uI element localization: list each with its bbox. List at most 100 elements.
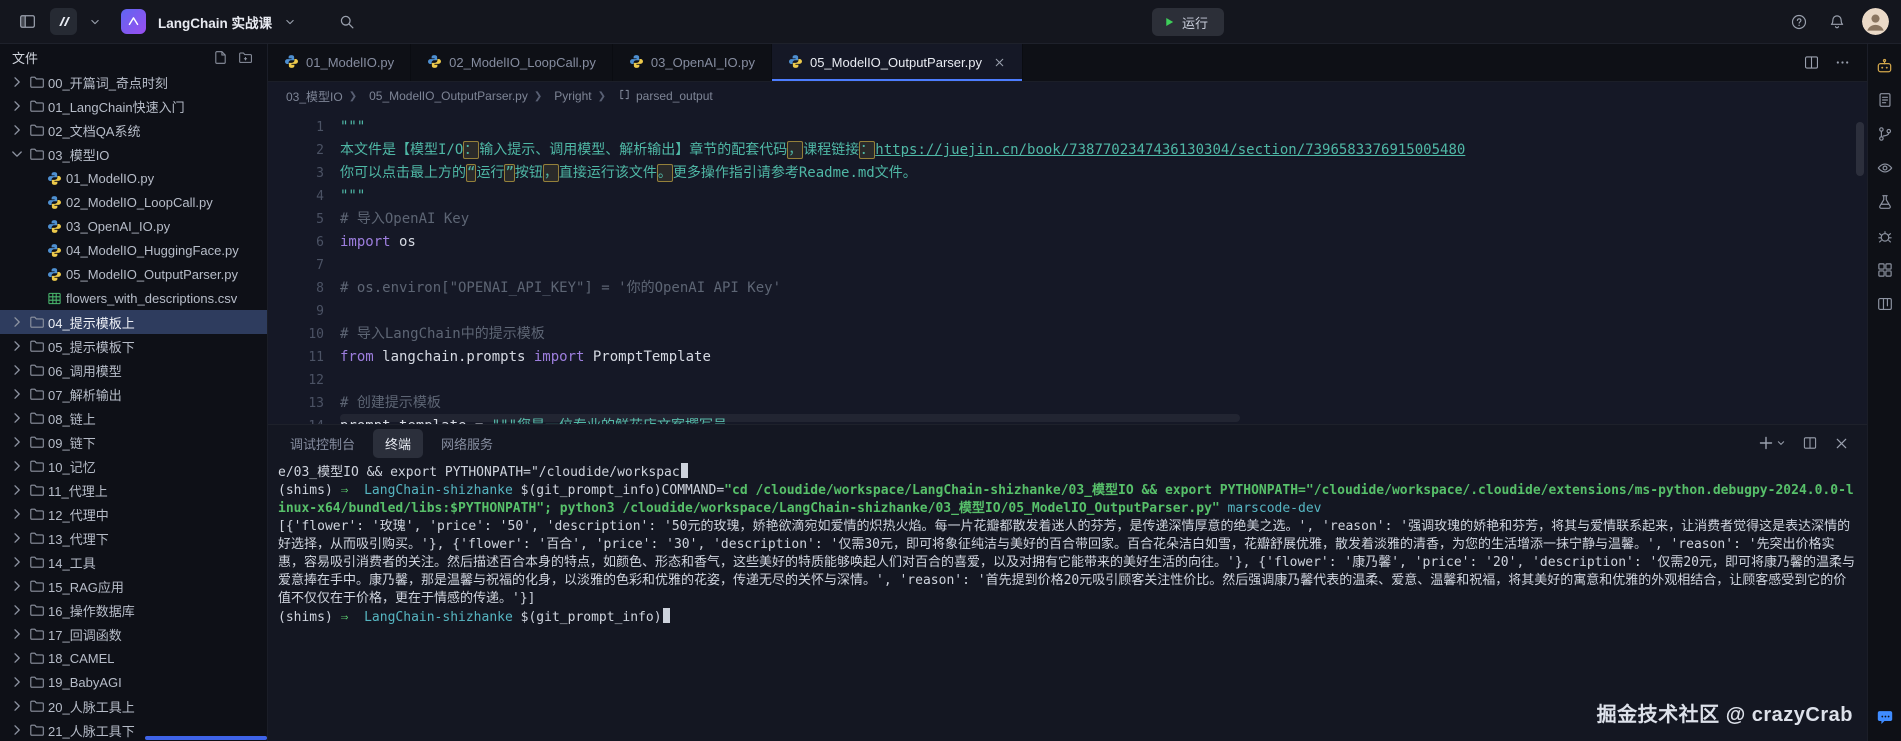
split-terminal-icon[interactable] (1802, 435, 1818, 451)
tree-item[interactable]: 02_ModelIO_LoopCall.py (0, 190, 267, 214)
code-line: 2 本文件是【模型I/O：输入提示、调用模型、解析输出】章节的配套代码，课程链接：… (268, 139, 1867, 162)
tree-item[interactable]: 05_ModelIO_OutputParser.py (0, 262, 267, 286)
bottom-panel: 调试控制台 终端 网络服务 e/03_模型IO && export PYTHON… (268, 424, 1867, 741)
terminal-text: ⇒ (340, 610, 357, 625)
tree-item[interactable]: 17_回调函数 (0, 622, 267, 646)
tree-item[interactable]: 00_开篇词_奇点时刻 (0, 70, 267, 94)
editor-vscrollbar[interactable] (1856, 122, 1864, 176)
tree-item-label: 01_LangChain快速入门 (48, 99, 185, 115)
new-file-icon[interactable] (213, 50, 228, 65)
terminal-text: (shims) (278, 483, 341, 498)
tree-item[interactable]: 02_文档QA系统 (0, 118, 267, 142)
run-button[interactable]: 运行 (1152, 8, 1225, 36)
git-branch-icon[interactable] (1871, 120, 1899, 148)
tree-item[interactable]: 18_CAMEL (0, 646, 267, 670)
run-label: 运行 (1182, 15, 1209, 31)
tree-item[interactable]: 20_人脉工具上 (0, 694, 267, 718)
tree-item[interactable]: 03_OpenAI_IO.py (0, 214, 267, 238)
breadcrumb-label: parsed_output (636, 89, 713, 103)
folder-icon (28, 506, 45, 522)
tree-item[interactable]: 04_ModelIO_HuggingFace.py (0, 238, 267, 262)
course-link[interactable]: https://juejin.cn/book/73877023474361303… (875, 142, 1465, 158)
docs-icon[interactable] (1871, 86, 1899, 114)
sidebar-toggle-icon[interactable] (14, 9, 40, 35)
tree-item[interactable]: 01_ModelIO.py (0, 166, 267, 190)
new-folder-icon[interactable] (238, 50, 253, 65)
tree-item[interactable]: 08_链上 (0, 406, 267, 430)
code-text: """ (324, 116, 365, 139)
tree-item[interactable]: 10_记忆 (0, 454, 267, 478)
tree-item[interactable]: flowers_with_descriptions.csv (0, 286, 267, 310)
avatar[interactable] (1862, 8, 1889, 35)
close-tab-icon[interactable] (993, 56, 1006, 69)
titlebar: LangChain 实战课 运行 (0, 0, 1901, 44)
ide-logo[interactable] (50, 8, 77, 35)
code-text: # os.environ["OPENAI_API_KEY"] = '你的Open… (324, 277, 781, 300)
breadcrumb-item[interactable]: 05_ModelIO_OutputParser.py (347, 89, 530, 103)
breadcrumb-item[interactable]: 03_模型IO (284, 88, 345, 105)
tree-item[interactable]: 07_解析输出 (0, 382, 267, 406)
tree-item[interactable]: 05_提示模板下 (0, 334, 267, 358)
panel-tab[interactable]: 终端 (373, 428, 424, 458)
more-actions-icon[interactable] (1834, 54, 1851, 71)
tree-item-label: 04_ModelIO_HuggingFace.py (66, 242, 239, 258)
breadcrumb-label: 05_ModelIO_OutputParser.py (369, 89, 528, 103)
editor-tab[interactable]: 01_ModelIO.py (268, 44, 412, 81)
tree-item[interactable]: 15_RAG应用 (0, 574, 267, 598)
breadcrumb-item[interactable]: Pyright (532, 89, 594, 103)
tree-item[interactable]: 11_代理上 (0, 478, 267, 502)
code-line: 1 """ (268, 116, 1867, 139)
tree-item[interactable]: 12_代理中 (0, 502, 267, 526)
close-panel-icon[interactable] (1834, 436, 1849, 451)
editor-tab[interactable]: 03_OpenAI_IO.py (613, 44, 772, 81)
editor-hscrollbar[interactable] (340, 414, 1240, 422)
bug-icon[interactable] (1871, 222, 1899, 250)
preview-icon[interactable] (1871, 154, 1899, 182)
extensions-icon[interactable] (1871, 256, 1899, 284)
chevron-down-icon (8, 146, 25, 162)
panel-tab[interactable]: 调试控制台 (278, 429, 367, 458)
tree-scrollbar[interactable] (145, 736, 267, 740)
tree-item[interactable]: 16_操作数据库 (0, 598, 267, 622)
code-line: 8 # os.environ["OPENAI_API_KEY"] = '你的Ope… (268, 277, 1867, 300)
editor-tab[interactable]: 05_ModelIO_OutputParser.py (771, 44, 1023, 81)
tree-item-label: 18_CAMEL (48, 650, 115, 666)
folder-icon (28, 362, 45, 378)
workspace-chevron-icon[interactable] (87, 9, 103, 35)
feedback-icon[interactable] (1871, 703, 1899, 731)
tree-item[interactable]: 19_BabyAGI (0, 670, 267, 694)
editor-tab[interactable]: 02_ModelIO_LoopCall.py (411, 44, 613, 81)
project-chevron-icon[interactable] (282, 9, 298, 35)
tree-item[interactable]: 14_工具 (0, 550, 267, 574)
play-icon (1164, 16, 1175, 28)
split-editor-icon[interactable] (1803, 54, 1820, 71)
tab-label: 03_OpenAI_IO.py (650, 55, 755, 70)
breadcrumb-item[interactable]: parsed_output (596, 88, 715, 104)
notifications-bell-icon[interactable] (1824, 9, 1850, 35)
tree-item[interactable]: 03_模型IO (0, 142, 267, 166)
tree-item-label: flowers_with_descriptions.csv (66, 290, 238, 306)
new-terminal-button[interactable] (1758, 435, 1786, 451)
tree-item[interactable]: 09_链下 (0, 430, 267, 454)
code-token: from (340, 349, 374, 365)
titlebar-right (1786, 8, 1901, 35)
help-icon[interactable] (1786, 9, 1812, 35)
panel-tab[interactable]: 网络服务 (429, 429, 505, 458)
ai-assistant-icon[interactable] (1871, 52, 1899, 80)
tree-item[interactable]: 13_代理下 (0, 526, 267, 550)
code-editor[interactable]: 1 """ 2 本文件是【模型I/O：输入提示、调用模型、解析输出】章节的配套代码，课… (268, 110, 1867, 424)
tree-item[interactable]: 04_提示模板上 (0, 310, 267, 334)
tree-item[interactable]: 06_调用模型 (0, 358, 267, 382)
tree-item[interactable]: 01_LangChain快速入门 (0, 94, 267, 118)
search-icon[interactable] (334, 9, 360, 35)
code-token: os (390, 234, 416, 250)
code-token: 按钮 (514, 165, 543, 181)
layout-icon[interactable] (1871, 290, 1899, 318)
code-text: # 导入LangChain中的提示模板 (324, 323, 545, 346)
flask-icon[interactable] (1871, 188, 1899, 216)
file-explorer: 文件 00_开篇词_奇点时刻 01_LangChain快速入门 02_文档QA系统 0… (0, 44, 268, 741)
